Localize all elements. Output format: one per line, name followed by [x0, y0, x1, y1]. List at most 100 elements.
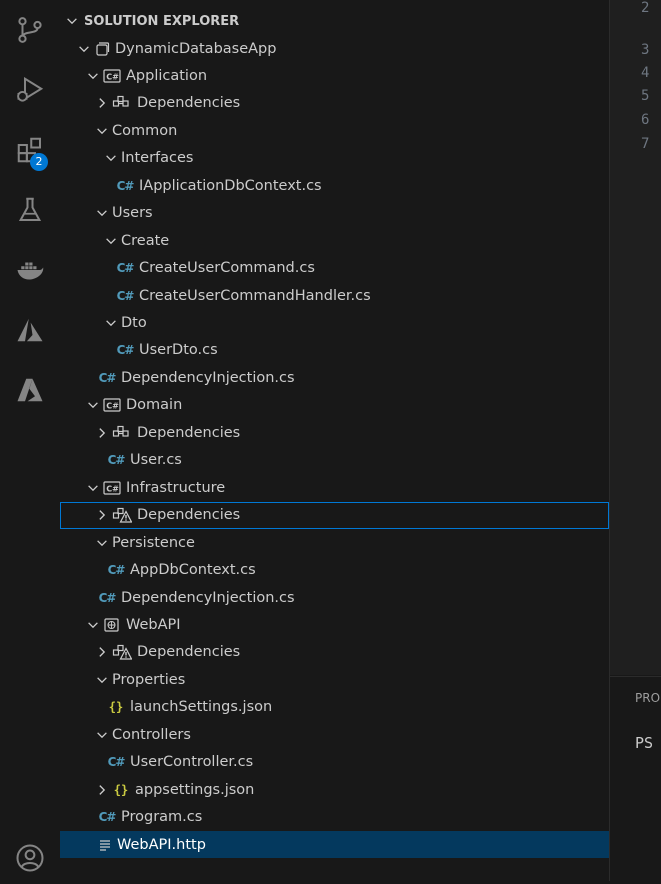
csharp-file-icon: C#	[116, 260, 134, 276]
tree-item[interactable]: Dependencies	[60, 90, 609, 117]
tree-item[interactable]: Common	[60, 117, 609, 144]
tree-item[interactable]: C#Application	[60, 63, 609, 90]
tree-item[interactable]: {} appsettings.json	[60, 776, 609, 803]
tree-item[interactable]: C#UserDto.cs	[60, 337, 609, 364]
tree-item[interactable]: Properties	[60, 666, 609, 693]
solution-explorer-header[interactable]: SOLUTION EXPLORER	[60, 7, 609, 35]
tree-item-label: User.cs	[130, 452, 182, 468]
csharp-project-icon: C#	[103, 480, 121, 496]
tree-item[interactable]: Dependencies	[60, 502, 609, 529]
tree-item[interactable]: Dto	[60, 310, 609, 337]
tree-item[interactable]: WebAPI.http	[60, 831, 609, 858]
csharp-project-icon: C#	[103, 68, 121, 84]
tree-item[interactable]: C# UserController.cs	[60, 749, 609, 776]
chevron-down-icon[interactable]	[94, 727, 110, 743]
chevron-right-icon[interactable]	[94, 507, 110, 523]
tree-item-label: IApplicationDbContext.cs	[139, 178, 322, 194]
chevron-down-icon[interactable]	[94, 123, 110, 139]
tree-item-label: AppDbContext.cs	[130, 562, 256, 578]
chevron-down-icon[interactable]	[85, 397, 101, 413]
tree-item-label: WebAPI	[126, 617, 181, 633]
tree-item[interactable]: C# AppDbContext.cs	[60, 557, 609, 584]
solution-explorer: SOLUTION EXPLORER DynamicDatabaseAppC#Ap…	[60, 0, 610, 881]
extensions-button[interactable]: 2	[0, 128, 60, 176]
csharp-file-icon: C#	[107, 452, 125, 468]
csharp-file-icon: C#	[116, 342, 134, 358]
tree-item[interactable]: C#DependencyInjection.cs	[60, 364, 609, 391]
line-number: 3	[641, 42, 661, 58]
azure-alt-button[interactable]	[0, 368, 60, 416]
tree-item[interactable]: Controllers	[60, 721, 609, 748]
tree-item-label: DependencyInjection.cs	[121, 590, 295, 606]
source-control-button[interactable]	[0, 8, 60, 56]
chevron-right-icon[interactable]	[94, 425, 110, 441]
tree-item[interactable]: C# CreateUserCommandHandler.cs	[60, 282, 609, 309]
chevron-right-icon[interactable]	[94, 644, 110, 660]
tree-item-label: Dependencies	[137, 644, 240, 660]
chevron-right-icon[interactable]	[94, 782, 110, 798]
tree-item[interactable]: Dependencies	[60, 419, 609, 446]
chevron-down-icon[interactable]	[76, 41, 92, 57]
tree-item-label: UserController.cs	[130, 754, 253, 770]
chevron-down-icon[interactable]	[103, 233, 119, 249]
tree-item[interactable]: Interfaces	[60, 145, 609, 172]
tree-item-label: appsettings.json	[135, 782, 254, 798]
tree-item-label: Properties	[112, 672, 185, 688]
tree-item-label: Dependencies	[137, 425, 240, 441]
tree-item-label: Controllers	[112, 727, 191, 743]
tree-item[interactable]: C#DependencyInjection.cs	[60, 584, 609, 611]
account-button[interactable]	[0, 836, 60, 884]
docker-button[interactable]	[0, 248, 60, 296]
testing-button[interactable]	[0, 188, 60, 236]
tree-item[interactable]: {}launchSettings.json	[60, 694, 609, 721]
azure-button[interactable]	[0, 308, 60, 356]
tree-item[interactable]: C#IApplicationDbContext.cs	[60, 172, 609, 199]
chevron-down-icon[interactable]	[103, 315, 119, 331]
editor-area[interactable]: 234567	[610, 0, 661, 675]
tree-item-label: CreateUserCommandHandler.cs	[139, 288, 371, 304]
dependencies-icon	[112, 95, 132, 111]
svg-text:C#: C#	[106, 484, 119, 493]
tree-item-label: Infrastructure	[126, 480, 225, 496]
tree-item[interactable]: C#Program.cs	[60, 804, 609, 831]
tree-item[interactable]: Create	[60, 227, 609, 254]
json-file-icon: {}	[107, 699, 125, 715]
line-number: 4	[641, 65, 661, 81]
tree-item[interactable]: WebAPI	[60, 611, 609, 638]
csharp-file-icon: C#	[107, 562, 125, 578]
panel-tab-problems[interactable]: PRO	[635, 691, 660, 705]
chevron-down-icon[interactable]	[103, 150, 119, 166]
chevron-down-icon[interactable]	[85, 68, 101, 84]
tree-item-label: Dependencies	[137, 507, 240, 523]
tree-item[interactable]: C# User.cs	[60, 447, 609, 474]
line-number: 6	[641, 112, 661, 128]
chevron-down-icon[interactable]	[85, 480, 101, 496]
tree-item[interactable]: Persistence	[60, 529, 609, 556]
tree-item[interactable]: C#Domain	[60, 392, 609, 419]
tree-item-label: DependencyInjection.cs	[121, 370, 295, 386]
csharp-file-icon: C#	[107, 754, 125, 770]
chevron-down-icon[interactable]	[94, 672, 110, 688]
line-number: 5	[641, 88, 661, 104]
chevron-down-icon[interactable]	[94, 205, 110, 221]
tree-item[interactable]: Dependencies	[60, 639, 609, 666]
run-debug-button[interactable]	[0, 68, 60, 116]
source-control-icon	[15, 15, 45, 49]
svg-text:C#: C#	[106, 73, 119, 82]
azure-icon	[15, 315, 45, 349]
chevron-down-icon[interactable]	[85, 617, 101, 633]
tree-item[interactable]: C#CreateUserCommand.cs	[60, 255, 609, 282]
extensions-badge: 2	[30, 153, 48, 171]
json-file-icon: {}	[112, 782, 130, 798]
tree-item[interactable]: C# Infrastructure	[60, 474, 609, 501]
csharp-file-icon: C#	[116, 288, 134, 304]
text-file-icon	[98, 837, 112, 853]
tree-item-label: WebAPI.http	[117, 837, 206, 853]
chevron-right-icon[interactable]	[94, 95, 110, 111]
account-icon	[15, 843, 45, 877]
tree-item[interactable]: DynamicDatabaseApp	[60, 35, 609, 62]
tree-item[interactable]: Users	[60, 200, 609, 227]
tree-item-label: DynamicDatabaseApp	[115, 41, 276, 57]
chevron-down-icon[interactable]	[94, 535, 110, 551]
terminal-panel[interactable]: PRO PS	[610, 676, 661, 882]
